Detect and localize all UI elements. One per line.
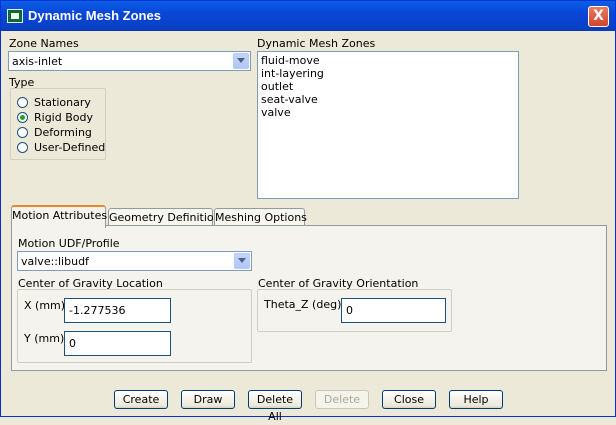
list-item[interactable]: fluid-move: [261, 54, 320, 67]
radio-circle-user-defined[interactable]: [17, 142, 28, 153]
list-item[interactable]: seat-valve: [261, 93, 318, 106]
list-item[interactable]: valve: [261, 106, 291, 119]
close-button[interactable]: Close: [382, 390, 436, 409]
radio-circle-stationary[interactable]: [17, 97, 28, 108]
list-item[interactable]: outlet: [261, 80, 293, 93]
create-button[interactable]: Create: [114, 390, 168, 409]
x-mm-value: -1.277536: [69, 304, 126, 317]
type-group: Stationary Rigid Body Deforming User-Def…: [10, 88, 106, 160]
dynamic-mesh-zones-dialog: Dynamic Mesh Zones X Zone Names axis-inl…: [0, 0, 616, 423]
theta-z-label: Theta_Z (deg): [264, 298, 342, 311]
radio-label-stationary: Stationary: [34, 96, 91, 109]
motion-udf-profile-label: Motion UDF/Profile: [18, 237, 120, 250]
y-mm-input[interactable]: 0: [64, 331, 171, 356]
cog-location-group: X (mm) -1.277536 Y (mm) 0: [17, 289, 252, 363]
zone-names-label: Zone Names: [9, 37, 79, 50]
title-bar[interactable]: Dynamic Mesh Zones X: [1, 1, 615, 31]
radio-label-user-defined: User-Defined: [34, 141, 106, 154]
y-mm-value: 0: [69, 337, 76, 350]
delete-all-button[interactable]: Delete All: [248, 390, 302, 423]
draw-button[interactable]: Draw: [181, 390, 235, 409]
help-button[interactable]: Help: [449, 390, 503, 409]
delete-button[interactable]: Delete: [315, 390, 369, 409]
theta-z-value: 0: [346, 304, 353, 317]
radio-circle-deforming[interactable]: [17, 127, 28, 138]
cog-orientation-group: Theta_Z (deg) 0: [257, 289, 452, 332]
motion-attributes-panel: Motion UDF/Profile valve::libudf Center …: [11, 225, 607, 371]
dynamic-mesh-zones-list[interactable]: fluid-move int-layering outlet seat-valv…: [257, 51, 519, 199]
app-icon: [7, 9, 23, 23]
window-title: Dynamic Mesh Zones: [28, 8, 161, 23]
dynamic-mesh-zones-label: Dynamic Mesh Zones: [257, 37, 376, 50]
radio-label-deforming: Deforming: [34, 126, 92, 139]
zone-names-dropdown[interactable]: axis-inlet: [8, 51, 251, 71]
x-mm-input[interactable]: -1.277536: [64, 298, 171, 323]
motion-udf-profile-value: valve::libudf: [21, 255, 89, 268]
chevron-down-icon[interactable]: [233, 53, 249, 69]
x-mm-label: X (mm): [24, 299, 66, 312]
radio-label-rigid-body: Rigid Body: [34, 111, 93, 124]
close-window-button[interactable]: X: [588, 6, 609, 27]
theta-z-input[interactable]: 0: [341, 298, 446, 323]
list-item[interactable]: int-layering: [261, 67, 324, 80]
radio-circle-rigid-body[interactable]: [17, 112, 28, 123]
zone-names-value: axis-inlet: [12, 55, 63, 68]
motion-udf-profile-dropdown[interactable]: valve::libudf: [17, 251, 252, 271]
chevron-down-icon[interactable]: [234, 253, 250, 269]
y-mm-label: Y (mm): [24, 332, 65, 345]
tab-motion-attributes[interactable]: Motion Attributes: [11, 205, 107, 228]
